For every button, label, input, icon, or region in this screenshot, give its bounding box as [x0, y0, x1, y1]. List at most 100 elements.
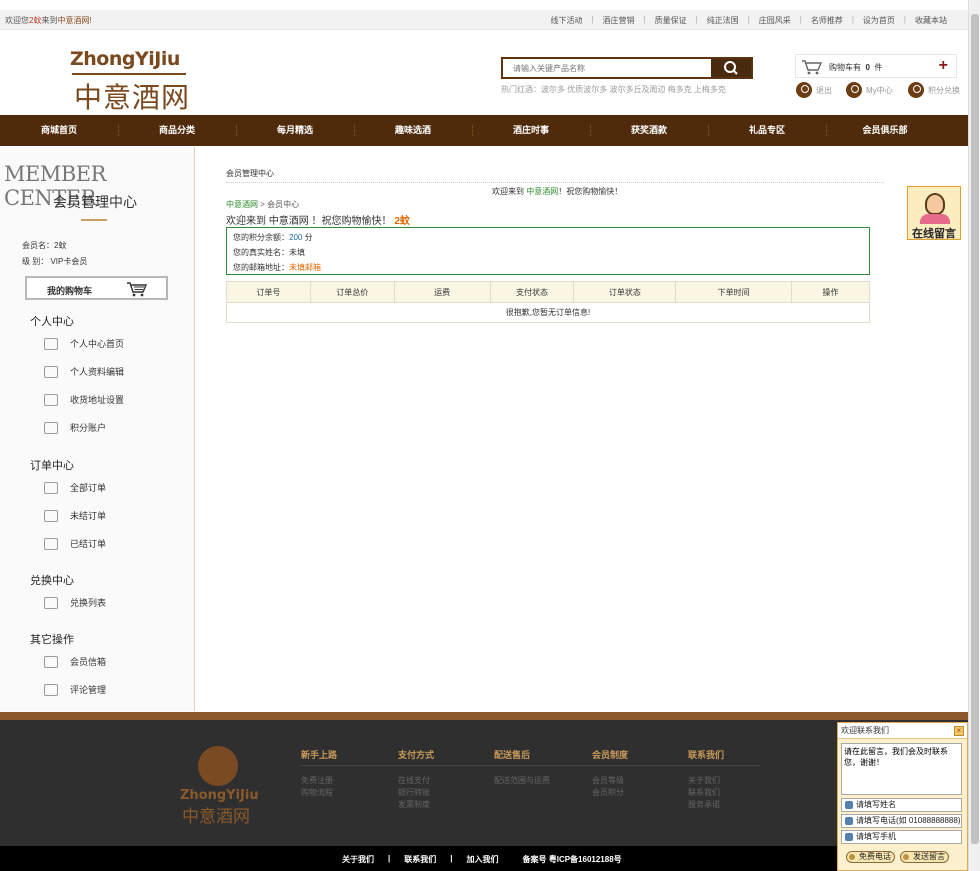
mobile-field[interactable]: 请填写手机	[841, 830, 962, 844]
sidebar-item-open-orders[interactable]: 未结订单	[44, 509, 106, 522]
top-link-offline[interactable]: 线下活动	[541, 15, 591, 26]
welcome-user[interactable]: 2蚊	[29, 16, 41, 25]
nav-home[interactable]: 商城首页	[0, 115, 118, 146]
bottom-link-join[interactable]: 加入我们	[467, 854, 499, 865]
sidebar-item-profile-edit[interactable]: 个人资料编辑	[44, 365, 124, 378]
nav-fun-select[interactable]: 趣味选酒	[354, 115, 472, 146]
realname-value: 未填	[289, 248, 305, 257]
close-icon[interactable]: ×	[954, 726, 964, 736]
my-cart-button[interactable]: 我的购物车	[25, 276, 168, 300]
breadcrumb-sep: >	[260, 200, 265, 209]
footer-link-member-level[interactable]: 会员等级	[592, 775, 628, 787]
top-link-france[interactable]: 纯正法国	[698, 15, 748, 26]
welcome-site[interactable]: 中意酒网!	[57, 16, 91, 25]
sidebar-item-mailbox[interactable]: 会员信箱	[44, 655, 106, 668]
document-icon	[44, 421, 58, 434]
name-field[interactable]: 请填写姓名	[841, 798, 962, 812]
send-message-button[interactable]: 发送留言	[900, 851, 949, 863]
sidebar-item-personal-home[interactable]: 个人中心首页	[44, 337, 124, 350]
top-link-winery[interactable]: 酒庄营销	[594, 15, 644, 26]
separator: |	[388, 854, 391, 863]
nav-winery-news[interactable]: 酒庄时事	[472, 115, 590, 146]
email-label: 您的邮箱地址：	[233, 263, 289, 272]
th-shipping: 运费	[393, 281, 491, 303]
footer-link-bank-transfer[interactable]: 银行转账	[398, 787, 434, 799]
cart-icon	[801, 59, 823, 77]
sidebar-item-reviews[interactable]: 评论管理	[44, 683, 106, 696]
cart-plus-icon[interactable]: +	[939, 57, 948, 75]
sidebar-item-closed-orders[interactable]: 已结订单	[44, 537, 106, 550]
sidebar-item-address[interactable]: 收货地址设置	[44, 393, 124, 406]
nav-category[interactable]: 商品分类	[118, 115, 236, 146]
icp-record: 备案号 粤ICP备16012188号	[522, 855, 622, 864]
top-link-homepage[interactable]: 设为首页	[854, 15, 904, 26]
sidebar-item-label: 未结订单	[70, 511, 107, 521]
hot-keywords[interactable]: 热门红酒：波尔多 优质波尔多 波尔多丘及周边 梅多克 上梅多克	[501, 84, 726, 95]
top-link-quality[interactable]: 质量保证	[646, 15, 696, 26]
points-unit: 分	[302, 233, 313, 242]
search-button[interactable]	[711, 59, 751, 77]
site-logo[interactable]: ZhongYiJiu 中意酒网	[70, 44, 190, 114]
sidebar-item-points[interactable]: 积分账户	[44, 421, 106, 434]
member-level: 级 别： VIP卡会员	[22, 257, 88, 266]
section-orders: 订单中心	[30, 460, 74, 472]
sidebar-item-label: 全部订单	[70, 483, 107, 493]
bottom-links: 关于我们 | 联系我们 | 加入我们 备案号 粤ICP备16012188号	[342, 854, 636, 865]
footer-link-invoice[interactable]: 发票制度	[398, 799, 434, 811]
logo-cn: 中意酒网	[74, 81, 191, 114]
sidebar-item-all-orders[interactable]: 全部订单	[44, 481, 106, 494]
footer-col-heading: 配送售后	[494, 750, 531, 760]
nav-award-wines[interactable]: 获奖酒款	[590, 115, 708, 146]
welcome-site-link[interactable]: 中意酒网	[526, 187, 558, 196]
document-icon	[44, 481, 58, 494]
cart-unit: 件	[874, 63, 883, 72]
footer-link-member-points[interactable]: 会员积分	[592, 787, 628, 799]
bottom-link-about[interactable]: 关于我们	[342, 854, 374, 865]
th-actions: 操作	[791, 281, 870, 303]
footer-link-register[interactable]: 免费注册	[301, 775, 337, 787]
online-message-button[interactable]: 在线留言	[907, 186, 961, 240]
points-exchange-label: 积分兑换	[928, 85, 960, 95]
section-other: 其它操作	[30, 634, 74, 646]
sidebar-item-label: 评论管理	[70, 685, 107, 695]
breadcrumb-current: 会员中心	[267, 200, 300, 209]
phone-field[interactable]: 请填写电话(如 01088888888)	[841, 814, 962, 828]
footer-link-service[interactable]: 服务承诺	[688, 799, 724, 811]
points-exchange-link[interactable]: 积分兑换	[908, 82, 960, 98]
footer-col-contact: 联系我们 关于我们 联系我们 服务承诺	[688, 748, 724, 811]
sidebar-item-exchange-list[interactable]: 兑换列表	[44, 596, 106, 609]
top-link-master[interactable]: 名师推荐	[802, 15, 852, 26]
top-link-estate[interactable]: 庄园风采	[750, 15, 800, 26]
my-cart-label: 我的购物车	[47, 286, 93, 296]
free-call-button[interactable]: 免费电话	[846, 851, 895, 863]
breadcrumb-home[interactable]: 中意酒网	[226, 200, 258, 209]
email-value[interactable]: 未填邮箱	[289, 263, 321, 272]
footer-link-delivery-scope[interactable]: 配送范围与运费	[494, 775, 550, 787]
search-input[interactable]	[503, 59, 711, 77]
footer-link-about[interactable]: 关于我们	[688, 775, 724, 787]
welcome2-text: 欢迎来到 中意酒网 ！祝您购物愉快！	[226, 216, 392, 227]
member-info-box: 您的积分余额：200 分 您的真实姓名：未填 您的邮箱地址：未填邮箱	[226, 227, 870, 275]
realname-label: 您的真实姓名：	[233, 248, 289, 257]
footer-link-contact[interactable]: 联系我们	[688, 787, 724, 799]
orders-table: 订单号 订单总价 运费 支付状态 订单状态 下单时间 操作 很抱歉,您暂无订单信…	[226, 281, 870, 323]
page-scrollbar[interactable]	[968, 0, 980, 871]
nav-monthly[interactable]: 每月精选	[236, 115, 354, 146]
my-center-link[interactable]: My中心	[846, 82, 893, 98]
footer-link-online-pay[interactable]: 在线支付	[398, 775, 434, 787]
points-value: 200	[289, 233, 303, 242]
footer-logo[interactable]: ZhongYiJiu 中意酒网	[180, 742, 260, 827]
scrollbar-thumb[interactable]	[971, 14, 979, 844]
welcome-a: 欢迎来到	[492, 187, 524, 196]
separator: |	[450, 854, 453, 863]
header-cart[interactable]: 购物车有 0 件 +	[795, 54, 957, 78]
realname-row: 您的真实姓名：未填	[233, 247, 305, 258]
message-textarea[interactable]: 请在此留言，我们会及时联系您，谢谢！	[841, 743, 962, 795]
footer-link-process[interactable]: 购物流程	[301, 787, 337, 799]
bottom-link-contact[interactable]: 联系我们	[404, 854, 436, 865]
nav-gifts[interactable]: 礼品专区	[708, 115, 826, 146]
home-icon	[44, 337, 58, 350]
logout-link[interactable]: 退出	[796, 82, 832, 98]
top-link-favorite[interactable]: 收藏本站	[906, 15, 956, 26]
nav-club[interactable]: 会员俱乐部	[826, 115, 944, 146]
